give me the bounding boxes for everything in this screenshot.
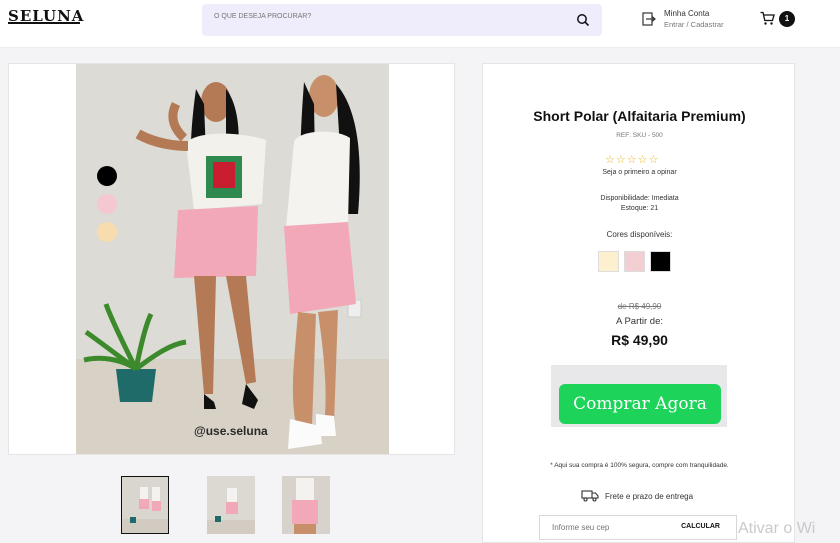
logo[interactable]: SELUNA <box>8 7 90 33</box>
os-activation-watermark: Ativar o Wi <box>738 520 816 537</box>
stock-text: Estoque: 21 <box>620 205 659 212</box>
search-icon[interactable] <box>576 13 590 27</box>
swatch-cream[interactable] <box>598 251 619 272</box>
calculate-button[interactable]: CALCULAR <box>681 523 720 530</box>
review-prompt[interactable]: Seja o primeiro a opinar <box>483 169 796 176</box>
product-photo-illustration <box>76 64 389 454</box>
swatch-black[interactable] <box>650 251 671 272</box>
product-ref: REF: SKU - 500 <box>616 132 663 139</box>
availability-block: Disponibilidade: Imediata Estoque: 21 <box>483 194 796 214</box>
color-swatches <box>598 251 676 273</box>
old-price: de R$ 49,90 <box>617 302 662 311</box>
color-dot-pink[interactable] <box>97 194 117 214</box>
product-gallery: @use.seluna <box>8 63 455 455</box>
availability-text: Disponibilidade: Imediata <box>600 195 679 202</box>
shipping-label: Frete e prazo de entrega <box>605 492 694 501</box>
swatch-pink[interactable] <box>624 251 645 272</box>
thumbnail-strip <box>120 476 340 534</box>
product-title: Short Polar (Alfaitaria Premium) <box>533 108 746 124</box>
color-dot-black[interactable] <box>97 166 117 186</box>
account-link[interactable]: Minha Conta Entrar / Cadastrar <box>642 8 742 34</box>
product-main-image[interactable]: @use.seluna <box>76 64 389 454</box>
photo-watermark: @use.seluna <box>194 424 268 438</box>
cep-form: CALCULAR <box>539 515 737 540</box>
thumbnail-3-image <box>282 476 330 534</box>
account-title: Minha Conta <box>664 9 710 18</box>
secure-purchase-note: * Aqui sua compra é 100% segura, compre … <box>550 462 729 469</box>
truck-icon <box>581 490 599 502</box>
login-icon <box>642 12 656 26</box>
color-dots <box>97 166 117 250</box>
cart-count-badge: 1 <box>779 11 795 27</box>
account-subtitle: Entrar / Cadastrar <box>664 20 724 29</box>
price-from-label: A Partir de: <box>616 316 663 327</box>
site-header: SELUNA Minha Conta Entrar / Cadastrar 1 <box>0 0 840 48</box>
thumbnail-1-image <box>122 477 168 533</box>
buy-area: Comprar Agora <box>551 365 727 427</box>
buy-now-button[interactable]: Comprar Agora <box>559 384 721 424</box>
cart-button[interactable]: 1 <box>760 10 800 30</box>
thumbnail-1[interactable] <box>121 476 169 534</box>
search-bar <box>202 4 602 36</box>
rating-stars[interactable]: ☆☆☆☆☆ <box>605 153 659 166</box>
logo-underline <box>8 22 80 24</box>
colors-label: Cores disponíveis: <box>606 230 673 239</box>
thumbnail-2[interactable] <box>207 476 255 534</box>
thumbnail-2-image <box>207 476 255 534</box>
search-input[interactable] <box>214 13 554 20</box>
current-price: R$ 49,90 <box>611 332 668 348</box>
thumbnail-3[interactable] <box>282 476 330 534</box>
cep-input[interactable] <box>552 523 662 532</box>
color-dot-cream[interactable] <box>97 222 117 242</box>
cart-icon <box>760 11 775 25</box>
product-info-panel: Short Polar (Alfaitaria Premium) REF: SK… <box>482 63 795 543</box>
